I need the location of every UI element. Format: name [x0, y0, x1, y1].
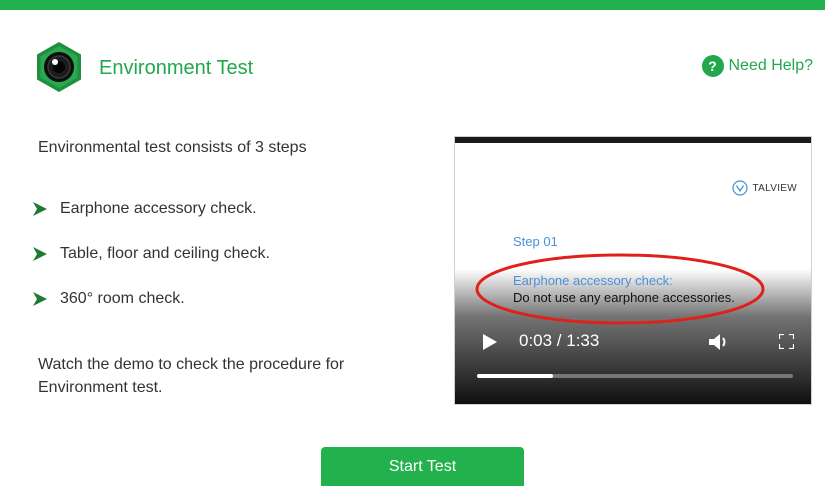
play-icon[interactable]	[483, 334, 497, 350]
top-accent-bar	[0, 0, 825, 10]
fullscreen-icon[interactable]	[779, 334, 794, 349]
red-annotation-ellipse	[475, 253, 765, 325]
question-mark-icon: ?	[701, 55, 724, 77]
talview-brand-text: TALVIEW	[752, 182, 797, 194]
chevron-right-icon	[33, 292, 47, 306]
chevron-right-icon	[33, 202, 47, 216]
talview-mark-icon	[732, 180, 749, 196]
start-test-button[interactable]: Start Test	[321, 447, 524, 486]
list-item: Earphone accessory check.	[32, 199, 270, 219]
video-time-readout: 0:03 / 1:33	[519, 331, 600, 350]
video-progress-bar[interactable]	[477, 374, 793, 378]
video-step-number: Step 01	[513, 234, 558, 249]
video-top-edge	[455, 137, 811, 143]
video-progress-fill	[477, 374, 553, 378]
chevron-right-icon	[33, 247, 47, 261]
demo-video-player[interactable]: TALVIEW Step 01 Earphone accessory check…	[454, 136, 812, 405]
page-title: Environment Test	[99, 57, 254, 79]
volume-icon[interactable]	[709, 333, 729, 351]
talview-logo: TALVIEW	[732, 180, 797, 196]
list-item: 360° room check.	[32, 289, 270, 309]
need-help-link[interactable]: ? Need Help?	[701, 55, 814, 77]
step-label: Table, floor and ceiling check.	[60, 245, 270, 262]
camera-lens-icon	[37, 42, 81, 92]
need-help-label: Need Help?	[728, 57, 814, 74]
step-label: Earphone accessory check.	[60, 200, 257, 217]
list-item: Table, floor and ceiling check.	[32, 244, 270, 264]
step-label: 360° room check.	[60, 290, 185, 307]
outro-text: Watch the demo to check the procedure fo…	[38, 356, 345, 396]
intro-text: Environmental test consists of 3 steps	[38, 139, 307, 156]
steps-list: Earphone accessory check. Table, floor a…	[32, 199, 270, 334]
